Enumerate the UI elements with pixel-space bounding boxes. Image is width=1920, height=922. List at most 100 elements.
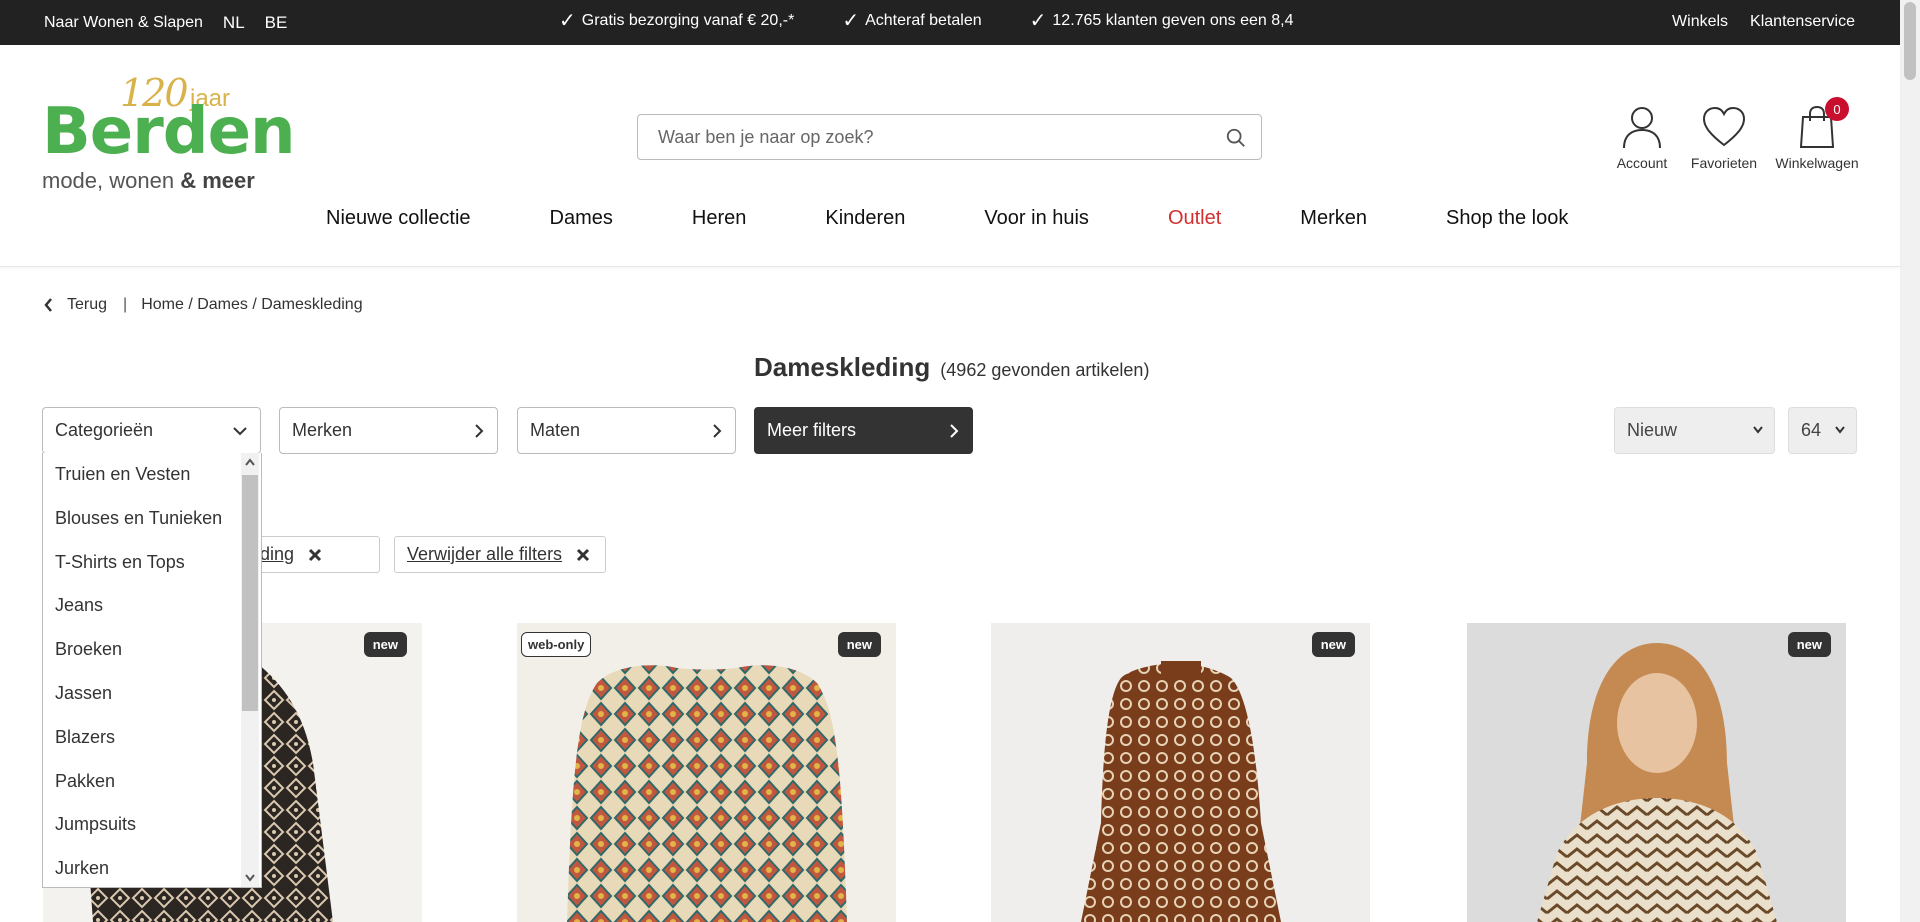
sizes-filter-label: Maten [530,420,581,440]
clear-all-filters-chip[interactable]: Verwijder alle filters [394,536,606,573]
category-option[interactable]: Blouses en Tunieken [43,508,261,552]
more-filters-button[interactable]: Meer filters [754,407,973,454]
usp-text: Achteraf betalen [865,12,982,29]
dropdown-scrollbar-thumb[interactable] [242,475,258,711]
category-option[interactable]: Broeken [43,639,261,683]
chevron-left-icon [44,298,52,312]
breadcrumb-separator: | [123,296,128,313]
wonen-slapen-link[interactable]: Naar Wonen & Slapen [44,14,203,32]
categories-filter[interactable]: Categorieën [42,407,261,454]
logo-tag-prefix: mode, wonen [42,168,181,193]
chevron-right-icon [475,424,484,438]
clear-all-filters-label: Verwijder alle filters [407,544,563,564]
usp-item: ✓ Gratis bezorging vanaf € 20,-* [559,10,795,32]
product-card[interactable]: new [1467,623,1846,922]
nav-item-outlet[interactable]: Outlet [1168,207,1221,230]
top-bar-left: Naar Wonen & Slapen NL BE [44,13,287,33]
header-icons: Account Favorieten 0 Winkelwagen [1614,97,1859,171]
cart-button[interactable]: 0 Winkelwagen [1775,97,1859,171]
back-link[interactable]: Terug [44,296,107,314]
usp-item: ✓ 12.765 klanten geven ons een 8,4 [1030,11,1294,31]
stores-link[interactable]: Winkels [1672,13,1728,31]
product-card[interactable]: web-only new [517,623,896,922]
search-icon[interactable] [1225,127,1247,149]
chevron-right-icon [713,424,722,438]
brands-filter[interactable]: Merken [279,407,498,454]
product-image[interactable] [1467,623,1846,922]
category-option[interactable]: Jurken [43,858,261,902]
per-page-select[interactable]: 64 [1788,407,1857,454]
result-count: (4962 gevonden artikelen) [940,360,1150,380]
category-option[interactable]: Jumpsuits [43,814,261,858]
categories-list: Truien en Vesten Blouses en Tunieken T-S… [43,453,261,902]
page-scrollbar[interactable] [1900,0,1920,922]
breadcrumb-path[interactable]: Home / Dames / Dameskleding [141,296,362,314]
lang-be-link[interactable]: BE [265,13,288,33]
category-option[interactable]: Pakken [43,771,261,815]
check-icon: ✓ [842,10,860,32]
top-bar: Naar Wonen & Slapen NL BE ✓ Gratis bezorg… [0,0,1900,45]
brands-filter-label: Merken [292,420,353,440]
product-card[interactable]: new [991,623,1370,922]
chevron-down-icon [1835,426,1845,434]
nav-item-merken[interactable]: Merken [1300,207,1367,230]
product-image[interactable] [517,623,896,922]
berden-logo[interactable]: 120 jaar Berden mode, wonen & meer [42,71,296,194]
logo-tag-amp: & [180,168,197,193]
more-filters-label: Meer filters [767,420,857,440]
nav-item-dames[interactable]: Dames [550,207,613,230]
category-option[interactable]: Jeans [43,595,261,639]
search-input[interactable] [638,115,1198,159]
main-navigation: Nieuwe collectie Dames Heren Kinderen Vo… [326,207,1568,230]
back-label: Terug [67,296,108,313]
category-option[interactable]: Jassen [43,683,261,727]
nav-item-heren[interactable]: Heren [692,207,746,230]
page-scrollbar-thumb[interactable] [1904,2,1916,80]
category-option[interactable]: Blazers [43,727,261,771]
account-label: Account [1616,155,1668,171]
user-icon [1623,107,1661,149]
site-header: 120 jaar Berden mode, wonen & meer Accou… [0,45,1900,267]
web-only-badge: web-only [521,632,592,657]
scroll-down-icon[interactable] [245,874,255,882]
customer-service-link[interactable]: Klantenservice [1750,13,1855,31]
nav-item-shop-the-look[interactable]: Shop the look [1446,207,1568,230]
nav-item-new-collection[interactable]: Nieuwe collectie [326,207,471,230]
product-image[interactable] [991,623,1370,922]
cart-count-badge: 0 [1825,97,1849,121]
per-page-value: 64 [1801,420,1822,440]
search-box [637,114,1262,160]
new-badge: new [363,632,407,657]
check-icon: ✓ [559,10,576,32]
lang-nl-link[interactable]: NL [223,13,245,33]
sort-select[interactable]: Nieuw [1614,407,1775,454]
heart-icon [1702,106,1746,147]
close-icon[interactable] [308,548,322,562]
chevron-right-icon [950,424,959,438]
dropdown-scrollbar[interactable] [241,453,259,887]
nav-item-voor-in-huis[interactable]: Voor in huis [984,207,1089,230]
new-badge: new [1787,632,1831,657]
category-option[interactable]: Truien en Vesten [43,464,261,508]
scroll-up-icon[interactable] [245,458,255,466]
new-badge: new [837,632,881,657]
logo-tag-meer: meer [196,168,255,193]
sort-select-value: Nieuw [1627,420,1678,440]
logo-brand: Berden [42,95,296,169]
sizes-filter[interactable]: Maten [517,407,736,454]
account-button[interactable]: Account [1614,105,1670,171]
usp-text: 12.765 klanten geven ons een 8,4 [1052,12,1294,29]
usp-text: Gratis bezorging vanaf € 20,-* [581,12,795,29]
page-title-row: Dameskleding (4962 gevonden artikelen) [754,352,1149,383]
favorites-label: Favorieten [1690,155,1758,171]
favorites-button[interactable]: Favorieten [1690,105,1758,171]
nav-item-kinderen[interactable]: Kinderen [825,207,905,230]
chevron-down-icon [1753,426,1763,434]
close-icon[interactable] [576,548,590,562]
usp-item: ✓ Achteraf betalen [842,10,982,32]
categories-filter-label: Categorieën [55,420,154,440]
category-option[interactable]: T-Shirts en Tops [43,552,261,596]
logo-tagline: mode, wonen & meer [42,168,255,194]
new-badge: new [1311,632,1355,657]
cart-label: Winkelwagen [1775,155,1859,171]
